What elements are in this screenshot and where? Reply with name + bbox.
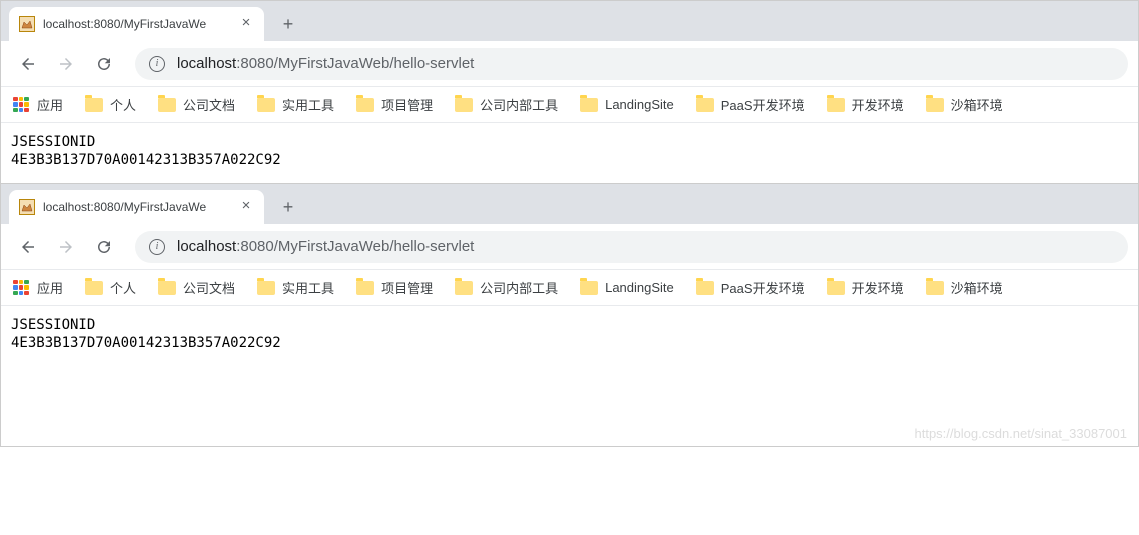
url-text: localhost:8080/MyFirstJavaWeb/hello-serv… xyxy=(177,238,474,255)
folder-icon xyxy=(356,281,374,295)
new-tab-button[interactable]: + xyxy=(274,10,302,38)
page-content: JSESSIONID 4E3B3B137D70A00142313B357A022… xyxy=(1,306,1138,446)
browser-window-1: localhost:8080/MyFirstJavaWe × + i local… xyxy=(0,0,1139,184)
bookmarks-bar: 应用 个人 公司文档 实用工具 项目管理 公司内部工具 LandingSite … xyxy=(1,270,1138,306)
apps-button[interactable]: 应用 xyxy=(13,278,63,297)
site-info-icon[interactable]: i xyxy=(149,239,165,255)
tab-strip: localhost:8080/MyFirstJavaWe × + xyxy=(1,1,1138,41)
folder-icon xyxy=(580,98,598,112)
bookmark-folder[interactable]: 个人 xyxy=(85,95,136,114)
site-info-icon[interactable]: i xyxy=(149,56,165,72)
bookmark-folder[interactable]: PaaS开发环境 xyxy=(696,278,805,297)
watermark: https://blog.csdn.net/sinat_33087001 xyxy=(915,426,1128,441)
bookmark-folder[interactable]: 沙箱环境 xyxy=(926,278,1003,297)
apps-grid-icon xyxy=(13,97,29,113)
reload-button[interactable] xyxy=(87,230,121,264)
folder-icon xyxy=(926,281,944,295)
reload-button[interactable] xyxy=(87,47,121,81)
address-bar[interactable]: i localhost:8080/MyFirstJavaWeb/hello-se… xyxy=(135,48,1128,80)
apps-label: 应用 xyxy=(37,278,63,297)
bookmark-folder[interactable]: 开发环境 xyxy=(827,278,904,297)
session-id-value: 4E3B3B137D70A00142313B357A022C92 xyxy=(11,334,1128,352)
folder-icon xyxy=(158,281,176,295)
forward-button[interactable] xyxy=(49,47,83,81)
browser-window-2: localhost:8080/MyFirstJavaWe × + i local… xyxy=(0,184,1139,447)
bookmark-folder[interactable]: 公司文档 xyxy=(158,95,235,114)
folder-icon xyxy=(696,281,714,295)
bookmark-folder[interactable]: 实用工具 xyxy=(257,95,334,114)
bookmark-folder[interactable]: 开发环境 xyxy=(827,95,904,114)
folder-icon xyxy=(926,98,944,112)
session-key-label: JSESSIONID xyxy=(11,316,1128,334)
bookmark-folder[interactable]: LandingSite xyxy=(580,280,674,295)
forward-button[interactable] xyxy=(49,230,83,264)
folder-icon xyxy=(257,281,275,295)
page-content: JSESSIONID 4E3B3B137D70A00142313B357A022… xyxy=(1,123,1138,183)
folder-icon xyxy=(696,98,714,112)
close-icon[interactable]: × xyxy=(238,16,254,32)
tab-strip: localhost:8080/MyFirstJavaWe × + xyxy=(1,184,1138,224)
session-id-value: 4E3B3B137D70A00142313B357A022C92 xyxy=(11,151,1128,169)
back-button[interactable] xyxy=(11,47,45,81)
folder-icon xyxy=(580,281,598,295)
folder-icon xyxy=(356,98,374,112)
bookmark-folder[interactable]: 沙箱环境 xyxy=(926,95,1003,114)
folder-icon xyxy=(455,281,473,295)
bookmark-folder[interactable]: 项目管理 xyxy=(356,95,433,114)
favicon-tomcat-icon xyxy=(19,199,35,215)
bookmark-folder[interactable]: LandingSite xyxy=(580,97,674,112)
tab-title: localhost:8080/MyFirstJavaWe xyxy=(43,200,230,214)
folder-icon xyxy=(827,281,845,295)
folder-icon xyxy=(158,98,176,112)
folder-icon xyxy=(85,98,103,112)
apps-label: 应用 xyxy=(37,95,63,114)
back-button[interactable] xyxy=(11,230,45,264)
toolbar: i localhost:8080/MyFirstJavaWeb/hello-se… xyxy=(1,41,1138,87)
browser-tab[interactable]: localhost:8080/MyFirstJavaWe × xyxy=(9,7,264,41)
folder-icon xyxy=(827,98,845,112)
bookmark-folder[interactable]: 实用工具 xyxy=(257,278,334,297)
apps-button[interactable]: 应用 xyxy=(13,95,63,114)
url-text: localhost:8080/MyFirstJavaWeb/hello-serv… xyxy=(177,55,474,72)
bookmark-folder[interactable]: 公司内部工具 xyxy=(455,95,558,114)
bookmark-folder[interactable]: 公司内部工具 xyxy=(455,278,558,297)
folder-icon xyxy=(455,98,473,112)
tab-title: localhost:8080/MyFirstJavaWe xyxy=(43,17,230,31)
bookmark-folder[interactable]: 项目管理 xyxy=(356,278,433,297)
bookmark-folder[interactable]: 个人 xyxy=(85,278,136,297)
apps-grid-icon xyxy=(13,280,29,296)
favicon-tomcat-icon xyxy=(19,16,35,32)
bookmarks-bar: 应用 个人 公司文档 实用工具 项目管理 公司内部工具 LandingSite … xyxy=(1,87,1138,123)
close-icon[interactable]: × xyxy=(238,199,254,215)
new-tab-button[interactable]: + xyxy=(274,193,302,221)
session-key-label: JSESSIONID xyxy=(11,133,1128,151)
address-bar[interactable]: i localhost:8080/MyFirstJavaWeb/hello-se… xyxy=(135,231,1128,263)
folder-icon xyxy=(85,281,103,295)
toolbar: i localhost:8080/MyFirstJavaWeb/hello-se… xyxy=(1,224,1138,270)
folder-icon xyxy=(257,98,275,112)
bookmark-folder[interactable]: 公司文档 xyxy=(158,278,235,297)
browser-tab[interactable]: localhost:8080/MyFirstJavaWe × xyxy=(9,190,264,224)
bookmark-folder[interactable]: PaaS开发环境 xyxy=(696,95,805,114)
